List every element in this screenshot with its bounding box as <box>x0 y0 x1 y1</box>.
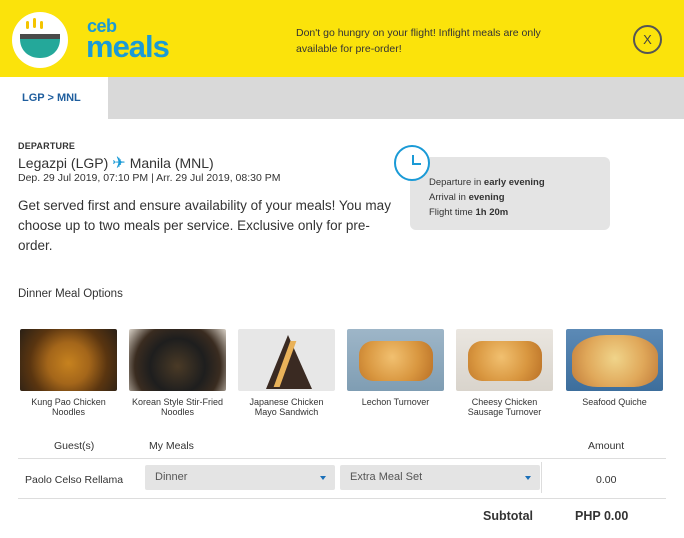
meal-name: Cheesy Chicken Sausage Turnover <box>467 397 542 417</box>
meal-set-value: Extra Meal Set <box>350 471 423 483</box>
sandwich-photo <box>238 329 335 391</box>
airplane-icon: ✈ <box>112 155 126 172</box>
table-divider <box>18 458 666 459</box>
intro-text: Get served first and ensure availability… <box>18 198 391 253</box>
tab-lgp-mnl[interactable]: LGP > MNL <box>0 77 108 119</box>
meal-name: Kung Pao Chicken Noodles <box>31 397 106 417</box>
pastry-photo <box>347 329 444 391</box>
noodles-photo <box>20 329 117 391</box>
header-banner: ceb meals Don't go hungry on your flight… <box>0 0 684 77</box>
meal-service-select[interactable]: Dinner <box>145 465 335 490</box>
amount-column-header: Amount <box>588 440 625 452</box>
meal-name: Japanese Chicken Mayo Sandwich <box>249 397 324 417</box>
ceb-meals-logo: ceb meals <box>12 12 182 68</box>
chevron-down-icon <box>320 476 326 480</box>
guest-name: Paolo Celso Rellama <box>25 474 124 486</box>
column-divider <box>541 462 542 493</box>
meal-card-korean-noodles[interactable]: Korean Style Stir-Fried Noodles <box>129 329 226 417</box>
close-button[interactable]: X <box>633 25 662 54</box>
meal-set-select[interactable]: Extra Meal Set <box>340 465 540 490</box>
meal-card-sausage-turnover[interactable]: Cheesy Chicken Sausage Turnover <box>456 329 553 417</box>
quiche-photo <box>566 329 663 391</box>
logo-text-meals: meals <box>86 29 170 64</box>
flight-duration-line: Flight time 1h 20m <box>429 207 509 218</box>
bowl-icon <box>12 12 68 68</box>
guest-column-header: Guest(s) <box>54 440 95 452</box>
destination-city: Manila (MNL) <box>129 155 214 171</box>
departure-time-line: Departure in early evening <box>429 177 545 188</box>
meal-name: Seafood Quiche <box>582 397 647 407</box>
table-divider <box>18 498 666 499</box>
departure-label: DEPARTURE <box>18 141 76 151</box>
meal-card-kung-pao[interactable]: Kung Pao Chicken Noodles <box>20 329 117 417</box>
arrival-time-line: Arrival in evening <box>429 192 505 203</box>
meal-name: Korean Style Stir-Fried Noodles <box>131 397 224 417</box>
chevron-down-icon <box>525 476 531 480</box>
promo-message: Don't go hungry on your flight! Inflight… <box>296 27 541 55</box>
meal-name: Lechon Turnover <box>361 397 430 407</box>
flight-dates: Dep. 29 Jul 2019, 07:10 PM | Arr. 29 Jul… <box>18 172 281 184</box>
origin-city: Legazpi (LGP) <box>18 155 109 171</box>
meal-card-seafood-quiche[interactable]: Seafood Quiche <box>566 329 663 407</box>
meal-card-chicken-mayo-sandwich[interactable]: Japanese Chicken Mayo Sandwich <box>238 329 335 417</box>
noodles-photo <box>129 329 226 391</box>
meal-service-value: Dinner <box>155 471 188 483</box>
meal-card-lechon-turnover[interactable]: Lechon Turnover <box>347 329 444 407</box>
flight-route: Legazpi (LGP) ✈ Manila (MNL) <box>18 153 214 173</box>
meal-options-title: Dinner Meal Options <box>18 288 123 300</box>
meals-column-header: My Meals <box>149 440 194 452</box>
flight-time-box: Departure in early evening Arrival in ev… <box>410 157 610 230</box>
clock-icon <box>394 145 430 181</box>
route-tab-bar: LGP > MNL <box>0 77 684 119</box>
subtotal-label: Subtotal <box>483 509 533 523</box>
pastry-photo <box>456 329 553 391</box>
row-amount: 0.00 <box>596 474 617 486</box>
subtotal-value: PHP 0.00 <box>575 509 629 523</box>
